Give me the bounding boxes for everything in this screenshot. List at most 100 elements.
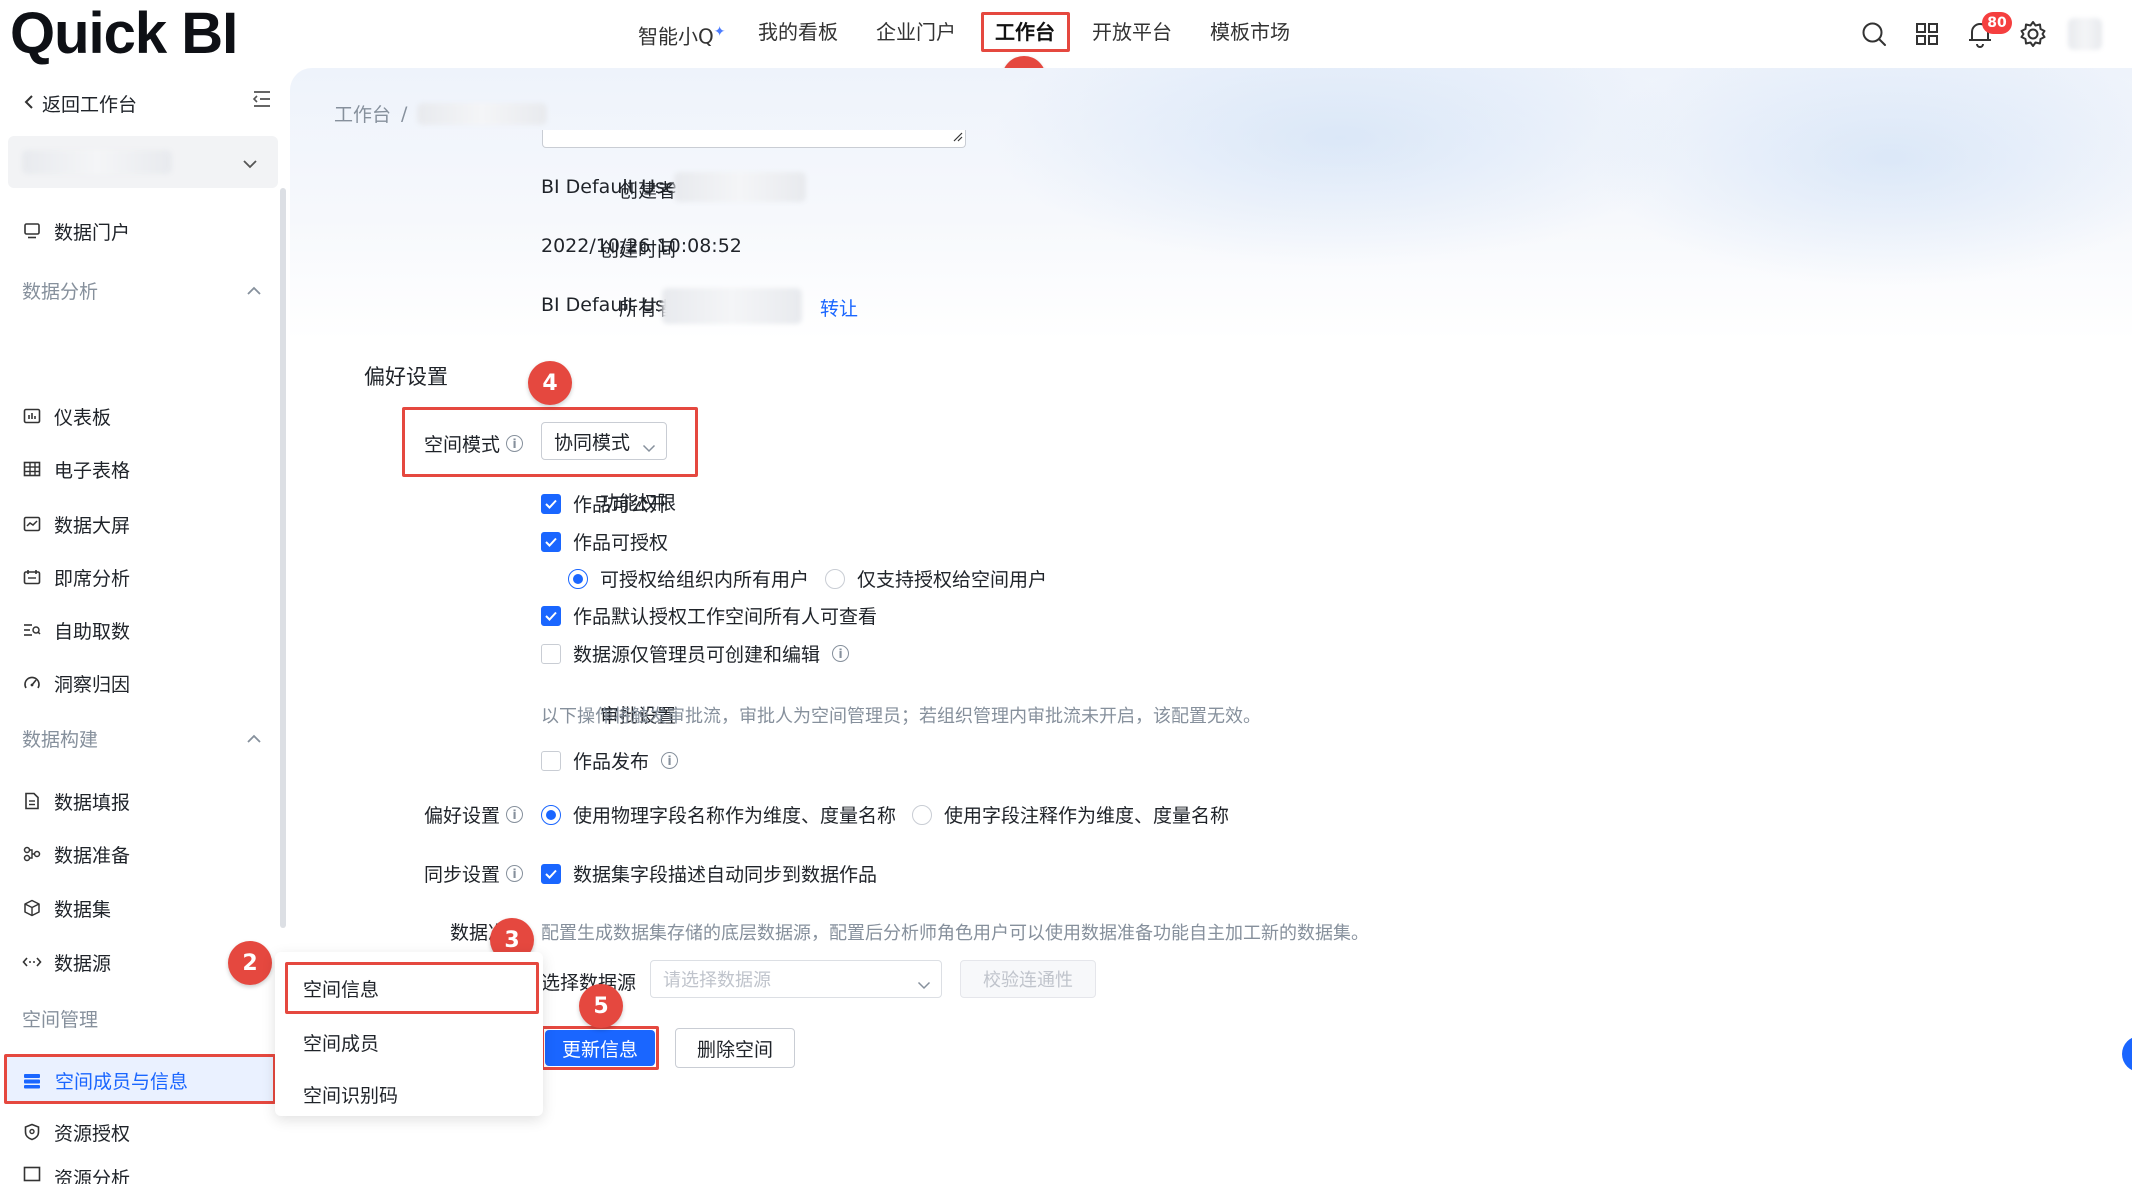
sidebar-group-space[interactable]: 空间管理 xyxy=(22,1003,262,1033)
sidebar-item-dashboard[interactable]: 仪表板 xyxy=(22,396,272,436)
grant-space-only-radio[interactable]: 仅支持授权给空间用户 xyxy=(825,565,1047,592)
sidebar-item-spreadsheet[interactable]: 电子表格 xyxy=(22,449,272,489)
submenu-space-info[interactable]: 空间信息 xyxy=(275,962,543,1014)
breadcrumb-current-redacted xyxy=(417,102,548,125)
back-label: 返回工作台 xyxy=(42,94,138,116)
grant-all-org-radio[interactable]: 可授权给组织内所有用户 xyxy=(568,565,809,592)
sidebar-item-members-info-active[interactable]: 空间成员与信息 xyxy=(4,1054,276,1104)
sidebar-item-label: 空间成员与信息 xyxy=(55,1071,189,1093)
nav-enterprise-portal[interactable]: 企业门户 xyxy=(876,18,956,46)
back-to-workbench[interactable]: 返回工作台 xyxy=(24,90,137,117)
info-icon[interactable]: i xyxy=(832,645,850,662)
callout-4: 4 xyxy=(528,361,572,405)
collapse-sidebar-icon[interactable] xyxy=(252,90,272,112)
sidebar-item-dataset[interactable]: 数据集 xyxy=(22,888,272,928)
space-mode-select[interactable]: 协同模式 xyxy=(541,422,667,460)
checkbox-checked[interactable] xyxy=(541,605,561,626)
sidebar-item-label: 数据填报 xyxy=(54,791,131,814)
chevron-up-icon xyxy=(246,727,262,749)
select-datasource-dropdown[interactable]: 请选择数据源 xyxy=(650,960,942,998)
callout-5: 5 xyxy=(579,984,623,1028)
grant-space-only-label: 仅支持授权给空间用户 xyxy=(857,569,1048,591)
chart-icon xyxy=(22,1164,42,1184)
checkbox-unchecked[interactable] xyxy=(541,750,561,771)
sync-row[interactable]: 数据集字段描述自动同步到数据作品 xyxy=(541,860,877,887)
info-icon[interactable]: i xyxy=(661,752,679,769)
space-mode-value: 协同模式 xyxy=(554,431,631,454)
perm-default-view-row[interactable]: 作品默认授权工作空间所有人可查看 xyxy=(541,602,877,629)
sidebar: 返回工作台 数据门户 数据分析 仪表板 电子表格 数据大屏 即席分析 自助取数 xyxy=(0,68,290,1184)
bg-cloud xyxy=(990,68,1690,268)
sidebar-item-members-info: 空间成员与信息 xyxy=(23,1067,188,1094)
monitor-icon xyxy=(22,221,42,241)
sidebar-item-label: 数据门户 xyxy=(54,221,131,244)
sidebar-group-label: 数据构建 xyxy=(22,728,99,751)
sidebar-item-label: 自助取数 xyxy=(54,620,131,643)
radio-selected[interactable] xyxy=(568,568,588,589)
approval-publish-row[interactable]: 作品发布 i xyxy=(541,747,679,774)
sidebar-item-resource-auth[interactable]: 资源授权 xyxy=(22,1112,272,1152)
nav-template-market[interactable]: 模板市场 xyxy=(1210,18,1290,46)
section-title-preferences: 偏好设置 xyxy=(364,365,448,389)
info-icon[interactable]: i xyxy=(506,435,524,452)
description-textarea[interactable] xyxy=(542,130,966,148)
perm-ds-admin-row[interactable]: 数据源仅管理员可创建和编辑 i xyxy=(541,640,850,667)
sidebar-item-data-fill[interactable]: 数据填报 xyxy=(22,781,272,821)
info-icon[interactable]: i xyxy=(506,806,524,823)
nav-my-dashboards[interactable]: 我的看板 xyxy=(758,18,838,46)
test-connection-button[interactable]: 校验连通性 xyxy=(960,960,1096,998)
sidebar-item-insight[interactable]: 洞察归因 xyxy=(22,663,272,703)
sidebar-group-analysis[interactable]: 数据分析 xyxy=(22,275,262,305)
pref-comment-radio[interactable]: 使用字段注释作为维度、度量名称 xyxy=(912,801,1229,828)
gear-icon[interactable] xyxy=(2017,18,2049,50)
select-ds-placeholder: 请选择数据源 xyxy=(663,970,771,991)
sidebar-group-label: 空间管理 xyxy=(22,1008,99,1031)
sidebar-item-data-prep[interactable]: 数据准备 xyxy=(22,834,272,874)
perm-ds-admin-label: 数据源仅管理员可创建和编辑 xyxy=(573,644,821,666)
quickbi-logo[interactable]: Quick BI xyxy=(10,2,238,66)
sidebar-item-adhoc[interactable]: 即席分析 xyxy=(22,557,272,597)
creator-value: BI Default User xyxy=(541,176,685,198)
pref-label-group: 偏好设置 i xyxy=(424,801,524,828)
checkbox-checked[interactable] xyxy=(541,863,561,884)
nav-open-platform[interactable]: 开放平台 xyxy=(1092,18,1172,46)
sidebar-item-data-portal[interactable]: 数据门户 xyxy=(22,211,272,251)
radio-unselected[interactable] xyxy=(825,568,845,589)
radio-unselected[interactable] xyxy=(912,804,932,825)
bg-cloud xyxy=(1590,68,2132,288)
submenu-space-members[interactable]: 空间成员 xyxy=(275,1016,543,1068)
checkbox-unchecked[interactable] xyxy=(541,643,561,664)
space-submenu-popup: 空间信息 空间成员 空间识别码 xyxy=(275,952,543,1116)
checkbox-checked[interactable] xyxy=(541,531,561,552)
perm-public-row[interactable]: 作品可公开 xyxy=(541,490,668,517)
transfer-link[interactable]: 转让 xyxy=(820,294,858,321)
sidebar-item-label: 洞察归因 xyxy=(54,673,131,696)
sidebar-item-self-service[interactable]: 自助取数 xyxy=(22,610,272,650)
creator-redacted xyxy=(674,172,806,202)
info-icon[interactable]: i xyxy=(506,865,524,882)
radio-selected[interactable] xyxy=(541,804,561,825)
breadcrumb-root[interactable]: 工作台 xyxy=(334,100,391,127)
floating-helper-tab[interactable] xyxy=(2122,1036,2132,1072)
checkbox-checked[interactable] xyxy=(541,493,561,514)
avatar[interactable] xyxy=(2068,18,2102,50)
sidebar-group-build[interactable]: 数据构建 xyxy=(22,723,262,753)
apps-grid-icon[interactable] xyxy=(1911,18,1943,50)
delete-space-button[interactable]: 删除空间 xyxy=(675,1028,795,1068)
sidebar-item-label: 即席分析 xyxy=(54,567,131,590)
search-icon[interactable] xyxy=(1858,18,1890,50)
prep-icon xyxy=(22,844,42,864)
perm-public-label: 作品可公开 xyxy=(573,494,669,516)
main-content: 工作台 / 创建者 BI Default User 创建时间 2022/10/2… xyxy=(290,68,2132,1116)
link-icon xyxy=(22,952,42,972)
breadcrumb: 工作台 / xyxy=(334,100,548,127)
nav-smart-q[interactable]: 智能小Q✦ xyxy=(638,18,725,51)
perm-grant-row[interactable]: 作品可授权 xyxy=(541,528,668,555)
update-info-button[interactable]: 更新信息 xyxy=(545,1030,655,1066)
pref-physical-radio[interactable]: 使用物理字段名称作为维度、度量名称 xyxy=(541,801,896,828)
submenu-space-id-code[interactable]: 空间识别码 xyxy=(275,1068,543,1120)
workspace-selector[interactable] xyxy=(8,136,278,188)
sidebar-scrollbar[interactable] xyxy=(280,188,286,928)
sidebar-item-resource-analysis[interactable]: 资源分析 xyxy=(22,1164,272,1184)
sidebar-item-data-screen[interactable]: 数据大屏 xyxy=(22,504,272,544)
